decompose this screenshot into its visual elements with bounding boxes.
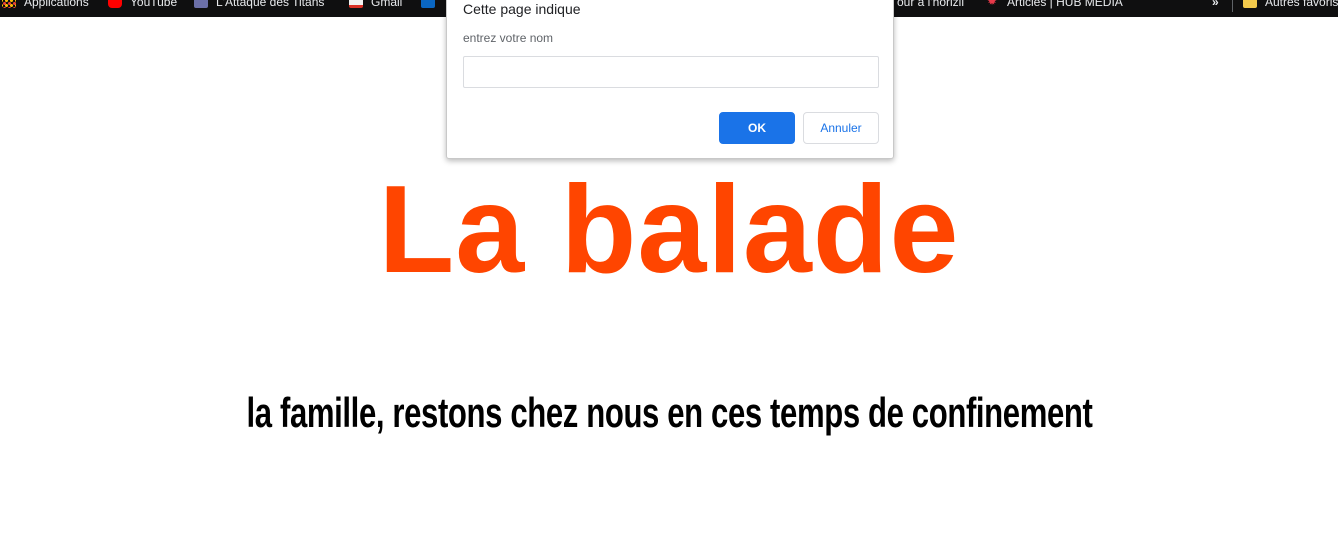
youtube-icon [108, 0, 122, 8]
bookmarks-divider [1232, 0, 1233, 12]
cancel-button[interactable]: Annuler [803, 112, 879, 144]
name-input[interactable] [463, 56, 879, 88]
bookmark-label: Autres favoris [1265, 0, 1338, 9]
bookmark-articles-hub-media[interactable]: ✹ Articles | HUB MEDIA [985, 0, 1123, 12]
bookmarks-overflow-button[interactable]: » [1212, 0, 1219, 12]
bookmark-applications[interactable]: Applications [2, 0, 89, 12]
prompt-dialog: Cette page indique entrez votre nom OK A… [446, 0, 894, 159]
bookmark-label: YouTube [130, 0, 178, 9]
ok-button[interactable]: OK [719, 112, 795, 144]
bookmark-label: Articles | HUB MEDIA [1007, 0, 1123, 9]
chevron-double-right-icon: » [1212, 0, 1219, 9]
folder-icon [1243, 0, 1257, 8]
bookmark-tour[interactable]: our à l'horizil [897, 0, 964, 12]
gmail-icon [349, 0, 363, 8]
bookmark-gmail[interactable]: Gmail [349, 0, 402, 12]
page-subtitle: la famille, restons chez nous en ces tem… [246, 389, 1093, 436]
bookmark-linkedin[interactable] [421, 0, 443, 12]
bookmark-label: Applications [24, 0, 89, 9]
page-title: La balade [378, 161, 960, 299]
apps-grid-icon [2, 0, 16, 8]
hub-media-icon: ✹ [986, 0, 998, 8]
site-favicon-icon [194, 0, 208, 8]
bookmark-youtube[interactable]: YouTube [108, 0, 177, 12]
bookmark-label: our à l'horizil [897, 0, 964, 9]
linkedin-icon [421, 0, 435, 8]
bookmark-attaque-des-titans[interactable]: L'Attaque des Titans [194, 0, 324, 12]
bookmark-other-favorites[interactable]: Autres favoris [1243, 0, 1338, 12]
bookmark-label: Gmail [371, 0, 403, 9]
dialog-message: entrez votre nom [463, 31, 554, 45]
bookmark-label: L'Attaque des Titans [216, 0, 325, 9]
dialog-title: Cette page indique [463, 1, 581, 17]
